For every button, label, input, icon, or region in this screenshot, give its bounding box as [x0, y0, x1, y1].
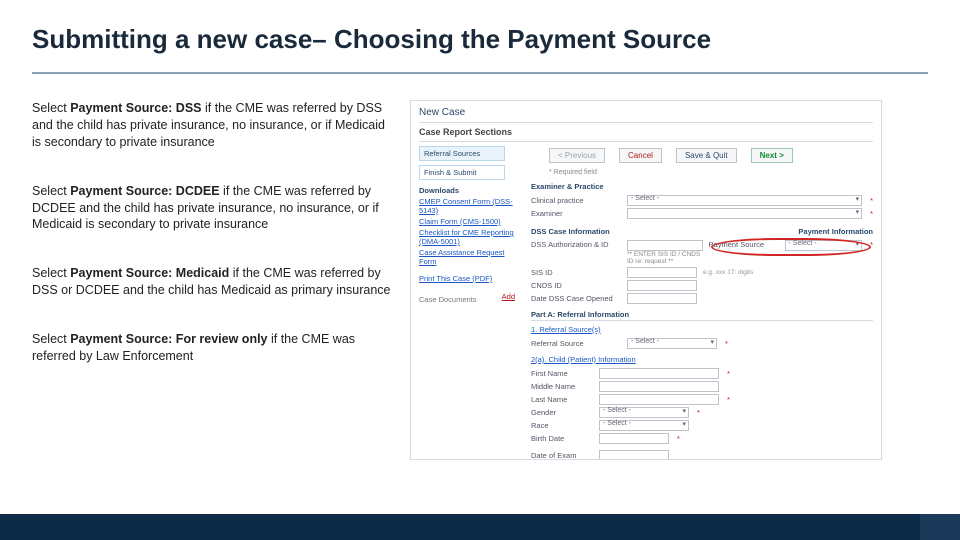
- page-title: Submitting a new case– Choosing the Paym…: [32, 24, 711, 55]
- download-assist-form[interactable]: Case Assistance Request Form: [419, 248, 523, 266]
- instruction-dcdee: Select Payment Source: DCDEE if the CME …: [32, 183, 392, 234]
- sisid-input[interactable]: [627, 267, 697, 278]
- required-icon: *: [870, 196, 873, 205]
- sisid-label: SIS ID: [531, 268, 621, 277]
- instruction-column: Select Payment Source: DSS if the CME wa…: [32, 100, 392, 397]
- examiner-select[interactable]: [627, 208, 862, 219]
- section-payment-info: Payment Information: [798, 227, 873, 236]
- gender-label: Gender: [531, 408, 593, 417]
- download-consent-form[interactable]: CMEP Consent Form (DSS-5143): [419, 197, 523, 215]
- save-quit-button[interactable]: Save & Quit: [676, 148, 737, 163]
- last-name-input[interactable]: [599, 394, 719, 405]
- first-name-input[interactable]: [599, 368, 719, 379]
- tab-referral-sources[interactable]: Referral Sources: [419, 146, 505, 161]
- clinical-practice-select[interactable]: - Select -: [627, 195, 862, 206]
- cndsid-label: CNDS ID: [531, 281, 621, 290]
- downloads-heading: Downloads: [419, 186, 523, 195]
- download-checklist[interactable]: Checklist for CME Reporting (DMA-5001): [419, 228, 523, 246]
- app-screenshot: New Case Case Report Sections Referral S…: [410, 100, 882, 460]
- sisid-hint: e.g. xxx 17: digits: [703, 269, 753, 276]
- dss-auth-label: DSS Authorization & ID: [531, 240, 621, 249]
- prev-button[interactable]: < Previous: [549, 148, 605, 163]
- instruction-review-only: Select Payment Source: For review only i…: [32, 331, 392, 365]
- section-dss-info: DSS Case Information: [531, 227, 610, 236]
- title-rule: [32, 72, 928, 74]
- race-label: Race: [531, 421, 593, 430]
- dss-auth-placeholder: ** ENTER SIS ID / CNDS ID re: request **: [627, 251, 703, 265]
- birth-date-input[interactable]: [599, 433, 669, 444]
- required-note: * Required field: [549, 169, 873, 176]
- cndsid-input[interactable]: [627, 280, 697, 291]
- required-icon: *: [870, 240, 873, 249]
- sidebar: Referral Sources Finish & Submit Downloa…: [419, 146, 523, 452]
- referral-source-label: Referral Source: [531, 339, 621, 348]
- part-a-title: Part A: Referral Information: [531, 310, 873, 321]
- date-opened-label: Date DSS Case Opened: [531, 294, 621, 303]
- race-select[interactable]: - Select -: [599, 420, 689, 431]
- footer-accent: [920, 514, 960, 540]
- print-case-link[interactable]: Print This Case (PDF): [419, 274, 523, 283]
- payment-source-label: Payment Source: [709, 240, 779, 249]
- cancel-button[interactable]: Cancel: [619, 148, 662, 163]
- date-opened-input[interactable]: [627, 293, 697, 304]
- screenshot-header: New Case: [411, 101, 881, 122]
- subsection-referral-sources: 1. Referral Source(s): [531, 325, 601, 334]
- add-document-link[interactable]: Add: [502, 292, 515, 301]
- section-title-case-report: Case Report Sections: [419, 122, 873, 142]
- section-examiner-practice: Examiner & Practice: [531, 182, 873, 191]
- birth-date-label: Birth Date: [531, 434, 593, 443]
- referral-source-select[interactable]: - Select -: [627, 338, 717, 349]
- download-claim-form[interactable]: Claim Form (CMS-1500): [419, 217, 523, 226]
- middle-name-label: Middle Name: [531, 382, 593, 391]
- first-name-label: First Name: [531, 369, 593, 378]
- gender-select[interactable]: - Select -: [599, 407, 689, 418]
- tab-finish-submit[interactable]: Finish & Submit: [419, 165, 505, 180]
- form-main: < Previous Cancel Save & Quit Next > * R…: [531, 146, 873, 452]
- clinical-practice-label: Clinical practice: [531, 196, 621, 205]
- required-icon: *: [870, 209, 873, 218]
- top-button-row: < Previous Cancel Save & Quit Next >: [549, 148, 873, 163]
- footer-bar: [0, 514, 960, 540]
- instruction-dss: Select Payment Source: DSS if the CME wa…: [32, 100, 392, 151]
- date-exam-input[interactable]: [599, 450, 669, 460]
- next-button[interactable]: Next >: [751, 148, 793, 163]
- dss-auth-input[interactable]: [627, 240, 703, 251]
- examiner-label: Examiner: [531, 209, 621, 218]
- instruction-medicaid: Select Payment Source: Medicaid if the C…: [32, 265, 392, 299]
- case-documents-label: Case Documents: [419, 295, 477, 304]
- date-exam-label: Date of Exam: [531, 451, 593, 460]
- payment-source-select[interactable]: - Select -: [785, 240, 863, 251]
- subsection-child-info: 2(a). Child (Patient) Information: [531, 355, 636, 364]
- middle-name-input[interactable]: [599, 381, 719, 392]
- last-name-label: Last Name: [531, 395, 593, 404]
- required-icon: *: [725, 339, 728, 348]
